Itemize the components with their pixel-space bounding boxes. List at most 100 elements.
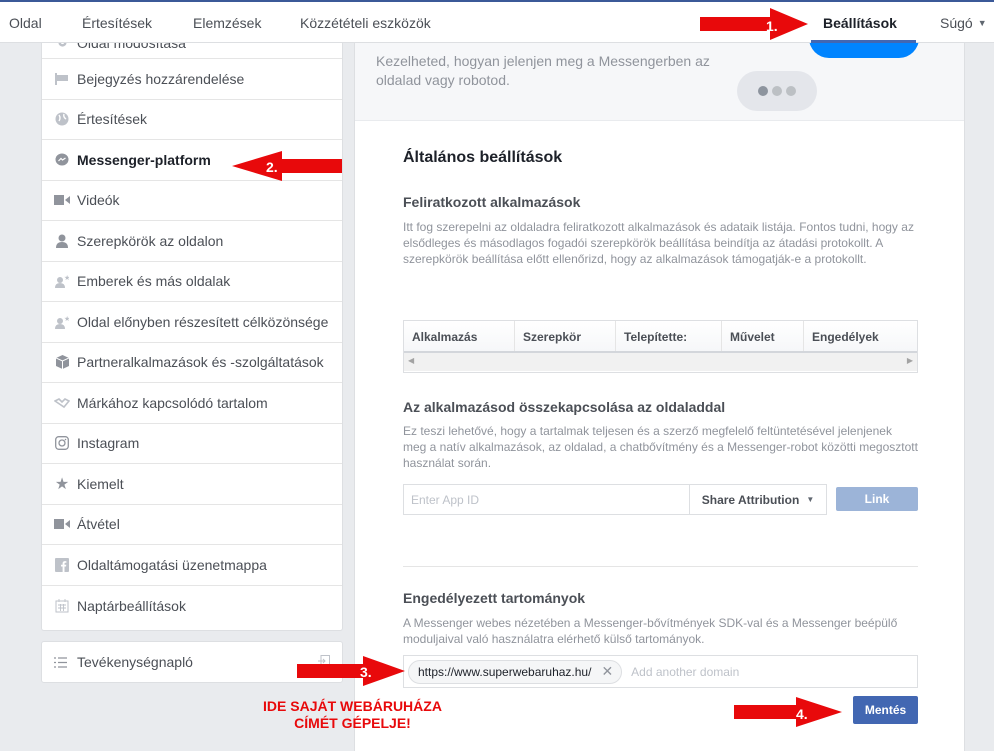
link-app-description: Ez teszi lehetővé, hogy a tartalmak telj…	[403, 424, 918, 470]
link-app-heading: Az alkalmazásod összekapcsolása az oldal…	[403, 399, 726, 415]
sidebar-item-partner-apps[interactable]: Partneralkalmazások és -szolgáltatások	[42, 343, 342, 383]
sidebar-item-label: Szerepkörök az oldalon	[77, 232, 224, 249]
active-tab-indicator	[811, 40, 916, 43]
sidebar-item-calendar-settings[interactable]: Naptárbeállítások	[42, 586, 342, 627]
settings-sidebar: Oldal módosítása Bejegyzés hozzárendelés…	[41, 43, 343, 631]
instagram-icon	[54, 436, 70, 451]
caret-down-icon: ▼	[806, 495, 815, 504]
sidebar-item-label: Bejegyzés hozzárendelése	[77, 70, 245, 87]
domain-token-text: https://www.superwebaruhaz.hu/	[418, 664, 592, 679]
subscribed-apps-table: Alkalmazás Szerepkör Telepítette: Művele…	[403, 320, 918, 373]
annotation-arrow-step-1: 1.	[700, 8, 808, 40]
column-header-action[interactable]: Művelet	[722, 321, 804, 351]
svg-text:★: ★	[64, 274, 69, 282]
nav-tab-notifications[interactable]: Értesítések	[82, 15, 152, 31]
sidebar-item-label: Márkához kapcsolódó tartalom	[77, 394, 268, 411]
video-camera-icon	[54, 193, 70, 207]
table-header: Alkalmazás Szerepkör Telepítette: Művele…	[404, 321, 917, 353]
sidebar-item-label: Átvétel	[77, 516, 120, 533]
sidebar-item-label: Tevékenységnapló	[77, 654, 193, 670]
arrow-shape	[700, 8, 808, 40]
star-icon: ★	[54, 475, 70, 493]
video-camera-icon	[54, 517, 70, 531]
column-header-permissions[interactable]: Engedélyek	[804, 321, 917, 351]
column-header-role[interactable]: Szerepkör	[515, 321, 616, 351]
caret-down-icon: ▼	[977, 18, 987, 28]
nav-tab-insights[interactable]: Elemzések	[193, 15, 261, 31]
nav-tab-help[interactable]: Súgó ▼	[940, 15, 987, 31]
annotation-arrow-step-2: 2.	[232, 151, 342, 181]
remove-domain-icon[interactable]: ✕	[601, 663, 613, 680]
nav-tab-page[interactable]: Oldal	[9, 15, 42, 31]
person-star-icon: ★	[54, 274, 70, 289]
sidebar-item-edit-page[interactable]: Oldal módosítása	[42, 43, 342, 59]
sidebar-item-page-support-inbox[interactable]: Oldaltámogatási üzenetmappa	[42, 545, 342, 586]
app-id-input[interactable]	[403, 484, 690, 515]
help-label: Súgó	[940, 15, 973, 31]
top-navigation: Oldal Értesítések Elemzések Közzétételi …	[0, 0, 994, 43]
sidebar-item-featured[interactable]: ★ Kiemelt	[42, 464, 342, 505]
messenger-settings-panel: Kezelheted, hogyan jelenjen meg a Messen…	[354, 43, 965, 751]
messenger-icon	[54, 153, 70, 167]
hero-description: Kezelheted, hogyan jelenjen meg a Messen…	[376, 53, 710, 88]
whitelisted-domains-description: A Messenger webes nézetében a Messenger-…	[403, 616, 898, 646]
step-label: 1.	[766, 18, 778, 34]
domain-token: https://www.superwebaruhaz.hu/ ✕	[408, 659, 623, 684]
subscribed-apps-heading: Feliratkozott alkalmazások	[403, 194, 581, 210]
gear-icon	[54, 43, 70, 50]
sidebar-item-label: Messenger-platform	[77, 151, 211, 168]
svg-text:★: ★	[64, 315, 69, 323]
nav-tab-publishing-tools[interactable]: Közzétételi eszközök	[300, 15, 431, 31]
messenger-hero-banner: Kezelheted, hogyan jelenjen meg a Messen…	[355, 43, 964, 121]
arrow-shape	[232, 151, 342, 181]
add-domain-input[interactable]	[631, 664, 882, 679]
sidebar-item-label: Értesítések	[77, 111, 148, 128]
handshake-icon	[54, 396, 70, 410]
scroll-right-icon[interactable]: ▶	[907, 356, 913, 365]
sidebar-item-label: Oldaltámogatási üzenetmappa	[77, 556, 267, 573]
person-star-icon: ★	[54, 315, 70, 329]
sidebar-item-preferred-audience[interactable]: ★ Oldal előnyben részesített célközönség…	[42, 302, 342, 343]
annotation-arrow-step-3: 3.	[297, 656, 405, 686]
step-label: 3.	[360, 664, 372, 680]
sidebar-item-label: Kiemelt	[77, 475, 124, 492]
sidebar-item-notifications[interactable]: Értesítések	[42, 100, 342, 140]
step-label: 2.	[266, 159, 278, 175]
page-title: Általános beállítások	[403, 149, 563, 166]
sidebar-item-label: Oldal előnyben részesített célközönsége	[77, 313, 329, 330]
sidebar-item-videos[interactable]: Videók	[42, 181, 342, 221]
facebook-icon	[54, 557, 70, 572]
chat-bubble-illustration	[809, 43, 919, 58]
cube-icon	[54, 355, 70, 370]
sidebar-item-label: Emberek és más oldalak	[77, 273, 231, 290]
sidebar-item-branded-content[interactable]: Márkához kapcsolódó tartalom	[42, 383, 342, 424]
subscribed-apps-description: Itt fog szerepelni az oldaladra feliratk…	[403, 220, 914, 266]
sidebar-item-label: Instagram	[77, 435, 140, 452]
sidebar-item-instagram[interactable]: Instagram	[42, 424, 342, 464]
sidebar-item-page-roles[interactable]: Szerepkörök az oldalon	[42, 221, 342, 262]
globe-icon	[54, 112, 70, 126]
save-button[interactable]: Mentés	[853, 696, 918, 724]
link-button[interactable]: Link	[836, 487, 918, 511]
sidebar-item-crossposting[interactable]: Átvétel	[42, 505, 342, 545]
typing-dot	[772, 86, 782, 96]
step-label: 4.	[796, 706, 808, 722]
sidebar-item-label: Oldal módosítása	[77, 43, 186, 51]
scroll-left-icon[interactable]: ◀	[408, 356, 414, 365]
column-header-app[interactable]: Alkalmazás	[404, 321, 515, 351]
calendar-icon	[54, 598, 70, 613]
sidebar-item-label: Naptárbeállítások	[77, 597, 186, 614]
column-header-installed-by[interactable]: Telepítette:	[616, 321, 722, 351]
sidebar-item-post-attribution[interactable]: Bejegyzés hozzárendelése	[42, 59, 342, 100]
typing-indicator-illustration	[737, 71, 817, 111]
share-attribution-dropdown[interactable]: Share Attribution ▼	[689, 484, 827, 515]
list-icon	[54, 656, 70, 668]
flag-icon	[54, 72, 70, 86]
annotation-arrow-step-4: 4.	[734, 697, 842, 727]
horizontal-scrollbar[interactable]: ◀ ▶	[404, 353, 917, 371]
sidebar-item-people-and-pages[interactable]: ★ Emberek és más oldalak	[42, 262, 342, 302]
whitelisted-domains-field[interactable]: https://www.superwebaruhaz.hu/ ✕	[403, 655, 918, 688]
typing-dot	[786, 86, 796, 96]
share-attribution-label: Share Attribution	[701, 492, 800, 507]
nav-tab-settings[interactable]: Beállítások	[823, 15, 897, 31]
